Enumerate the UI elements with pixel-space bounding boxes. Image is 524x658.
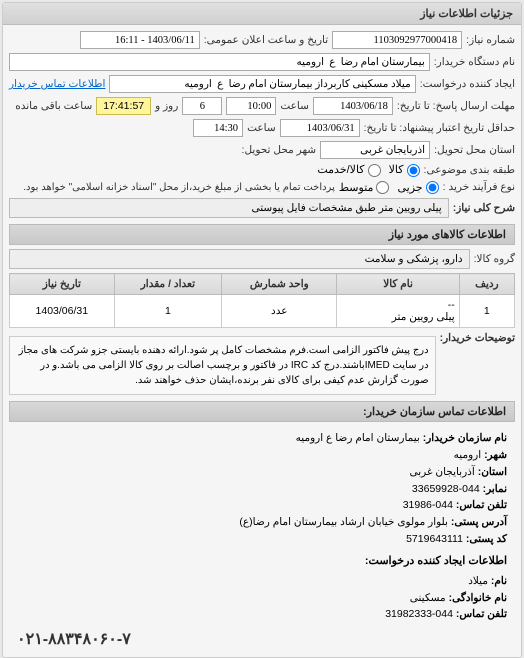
val-req-surname: مسکینی [410,592,446,604]
radio-medium-label[interactable]: متوسط [339,181,390,195]
label-announce-dt: تاریخ و ساعت اعلان عمومی: [204,34,328,46]
radio-service-label[interactable]: کالا/خدمت [317,163,380,177]
cell-qty: 1 [114,295,222,328]
cell-date: 1403/06/31 [10,295,115,328]
lbl-req-name: نام: [491,575,507,587]
lbl-phone: تلفن تماس: [456,499,507,511]
field-deadline-date[interactable] [313,97,393,115]
radio-kala-label[interactable]: کالا [389,163,420,177]
val-city: ارومیه [454,449,481,461]
label-valid-to: حداقل تاریخ اعتبار پیشنهاد: تا تاریخ: [364,122,515,134]
th-qty: تعداد / مقدار [114,274,222,295]
label-buyer-notes: توضیحات خریدار: [440,332,515,344]
cell-sub: -- [448,299,455,311]
label-classification: طبقه بندی موضوعی: [424,164,515,176]
field-deadline-hour[interactable] [226,97,276,115]
contact-block: نام سازمان خریدار: بیمارستان امام رضا ع … [9,426,515,552]
label-request-no: شماره نیاز: [466,34,515,46]
goods-table: ردیف نام کالا واحد شمارش تعداد / مقدار ت… [9,273,515,328]
field-delivery-province[interactable] [320,141,430,159]
val-fax: 044-33659928 [412,483,480,495]
field-remaining-days [182,97,222,115]
field-request-no[interactable] [332,31,462,49]
req-title-value: پیلی رویین متر طبق مشخصات فایل پیوستی [9,198,449,218]
val-postal-addr: بلوار مولوی خیابان ارشاد بیمارستان امام … [239,516,448,528]
hotline-number: ۰۲۱-۸۸۳۴۸۰۶۰-۷ [9,627,515,651]
panel-title: جزئیات اطلاعات نیاز [3,3,521,25]
goods-info-title: اطلاعات کالاهای مورد نیاز [9,224,515,245]
field-buyer-org[interactable] [9,53,430,71]
radio-partial-label[interactable]: جزیی [397,181,438,195]
lbl-postal-code: کد پستی: [466,533,507,545]
label-purchase-type: نوع فرآیند خرید : [443,181,515,193]
lbl-city: شهر: [484,449,507,461]
field-requester[interactable] [109,75,415,93]
val-province: آذربایجان غربی [410,466,475,478]
radio-kala-text: کالا [389,164,404,176]
val-req-phone: 044-31982333 [385,608,453,620]
radio-partial[interactable] [426,181,439,194]
cell-name-text: پیلی رویین متر [392,311,455,323]
val-postal-code: 5719643111 [406,533,463,545]
requester-block: نام: میلاد نام خانوادگی: مسکینی تلفن تما… [9,569,515,627]
lbl-province: استان: [478,466,507,478]
radio-service-text: کالا/خدمت [317,164,364,176]
field-valid-date[interactable] [280,119,360,137]
label-delivery-province: استان محل تحویل: [434,144,515,156]
th-date: تاریخ نیاز [10,274,115,295]
label-day: روز و [155,100,178,112]
lbl-fax: نمابر: [483,483,507,495]
radio-medium[interactable] [376,181,389,194]
lbl-req-surname: نام خانوادگی: [449,592,507,604]
label-hour2: ساعت [247,122,276,134]
val-phone: 044-31986 [403,499,453,511]
buyer-notes-value: درج پیش فاکتور الزامی است.فرم مشخصات کام… [9,336,436,395]
th-idx: ردیف [459,274,514,295]
label-requester: ایجاد کننده درخواست: [420,78,515,90]
cell-idx: 1 [459,295,514,328]
radio-kala[interactable] [407,164,420,177]
goods-group-value: دارو، پزشکی و سلامت [9,249,470,269]
radio-service[interactable] [368,164,381,177]
link-buyer-contact[interactable]: اطلاعات تماس خریدار [9,78,105,90]
val-req-name: میلاد [468,575,488,587]
radio-partial-text: جزیی [397,182,422,194]
th-name: نام کالا [337,274,459,295]
requester-contact-title: اطلاعات ایجاد کننده درخواست: [9,552,515,569]
table-row[interactable]: 1 -- پیلی رویین متر عدد 1 1403/06/31 [10,295,515,328]
field-valid-hour[interactable] [193,119,243,137]
label-goods-group: گروه کالا: [474,253,515,265]
val-org-name: بیمارستان امام رضا ع ارومیه [296,432,420,444]
lbl-req-phone: تلفن تماس: [456,608,507,620]
payment-note: پرداخت تمام یا بخشی از مبلغ خرید،از محل … [23,182,335,193]
label-req-title: شرح کلی نیاز: [453,202,515,214]
label-hour1: ساعت [280,100,309,112]
lbl-postal-addr: آدرس پستی: [451,516,507,528]
contact-title: اطلاعات تماس سازمان خریدار: [9,401,515,422]
label-buyer-org: نام دستگاه خریدار: [434,56,515,68]
radio-medium-text: متوسط [339,182,374,194]
field-announce-dt[interactable] [80,31,200,49]
lbl-org-name: نام سازمان خریدار: [423,432,507,444]
label-remaining: ساعت باقی مانده [15,100,92,112]
th-unit: واحد شمارش [222,274,337,295]
label-delivery-city: شهر محل تحویل: [242,144,317,156]
details-panel: جزئیات اطلاعات نیاز شماره نیاز: تاریخ و … [2,2,522,658]
cell-name: -- پیلی رویین متر [337,295,459,328]
cell-unit: عدد [222,295,337,328]
remaining-time: 17:41:57 [96,97,151,115]
label-deadline: مهلت ارسال پاسخ: تا تاریخ: [397,100,515,112]
